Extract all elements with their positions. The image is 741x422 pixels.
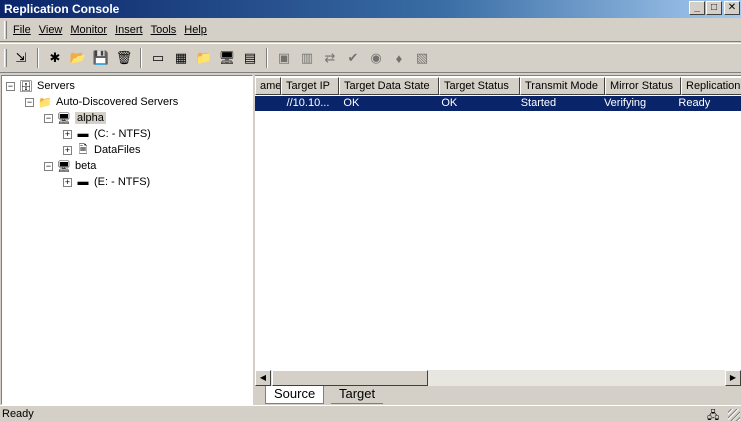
- scroll-thumb[interactable]: [272, 370, 428, 386]
- tree-node-label: beta: [75, 160, 97, 172]
- tree-node[interactable]: − 🖥 beta: [44, 158, 96, 174]
- horizontal-scrollbar[interactable]: ◀ ▶: [255, 370, 741, 386]
- connect-icon[interactable]: ⇲: [11, 48, 31, 68]
- tree-node[interactable]: − 📁 Auto-Discovered Servers: [25, 94, 178, 110]
- column-header[interactable]: Transmit Mode: [520, 77, 605, 95]
- tree-node-label: Auto-Discovered Servers: [56, 96, 179, 108]
- close-button[interactable]: ✕: [724, 1, 740, 15]
- toolbar-grip: [4, 49, 7, 67]
- verify-icon[interactable]: ✔: [343, 48, 363, 68]
- menu-insert[interactable]: Insert: [113, 24, 149, 36]
- tab-target[interactable]: Target: [331, 386, 384, 404]
- column-header[interactable]: Target Data State: [339, 77, 439, 95]
- network-status-icon: 🖧: [707, 410, 720, 422]
- title-bar: Replication Console _ □ ✕: [0, 0, 741, 18]
- server-icon[interactable]: 🖥: [217, 48, 237, 68]
- table-cell: Verifying: [603, 97, 647, 109]
- status-text: Ready: [2, 408, 34, 420]
- tree-node-label: Servers: [37, 80, 75, 92]
- scroll-right-button[interactable]: ▶: [725, 370, 741, 386]
- table-cell: OK: [441, 97, 458, 109]
- view-tabs: Source Target: [255, 386, 741, 404]
- menu-file[interactable]: File: [11, 24, 37, 36]
- save-icon[interactable]: 💾: [91, 48, 111, 68]
- tree-node[interactable]: − 🗄 Servers: [6, 78, 75, 94]
- menu-bar: File View Monitor Insert Tools Help: [0, 18, 741, 42]
- tree-node[interactable]: + 🗎 DataFiles: [63, 142, 140, 158]
- datafile-icon: 🗎: [78, 143, 88, 156]
- toolbar-separator: [37, 48, 39, 68]
- expand-icon[interactable]: +: [63, 145, 72, 155]
- collapse-icon[interactable]: −: [25, 97, 34, 107]
- collapse-icon[interactable]: −: [6, 81, 15, 91]
- folder-icon: 📁: [38, 96, 52, 109]
- properties-icon[interactable]: ▦: [171, 48, 191, 68]
- column-header[interactable]: Mirror Status: [605, 77, 681, 95]
- resize-grip[interactable]: [728, 409, 740, 421]
- tree-node-label: (E: - NTFS): [94, 176, 151, 188]
- maximize-button[interactable]: □: [706, 1, 722, 15]
- table-cell: Ready: [678, 97, 711, 109]
- minimize-button[interactable]: _: [689, 1, 705, 15]
- connection-list[interactable]: ame Target IP Target Data State Target Stat…: [255, 75, 741, 385]
- menu-help[interactable]: Help: [182, 24, 213, 36]
- toolbar-separator: [266, 48, 268, 68]
- group-icon[interactable]: 📁: [194, 48, 214, 68]
- drive-icon: ▬: [77, 128, 89, 140]
- start-icon[interactable]: ▣: [274, 48, 294, 68]
- column-header[interactable]: Target IP: [281, 77, 339, 95]
- tree-node-label: alpha: [75, 112, 106, 124]
- tree-node[interactable]: − 🖥 alpha: [44, 110, 106, 126]
- mirror-icon[interactable]: ⇄: [320, 48, 340, 68]
- delete-icon[interactable]: 🗑: [114, 48, 134, 68]
- tab-source[interactable]: Source: [265, 386, 325, 404]
- servers-icon: 🗄: [19, 80, 33, 93]
- restore-icon[interactable]: ◉: [366, 48, 386, 68]
- table-cell: [255, 96, 281, 111]
- collapse-icon[interactable]: −: [44, 161, 53, 171]
- expand-icon[interactable]: +: [63, 129, 72, 139]
- tree-node-label: (C: - NTFS): [94, 128, 151, 140]
- toolbar-separator: [140, 48, 142, 68]
- table-cell: Started: [520, 97, 557, 109]
- column-header[interactable]: ame: [255, 77, 281, 95]
- table-cell: OK: [343, 97, 360, 109]
- menu-grip: [4, 20, 7, 39]
- drive-icon: ▬: [77, 176, 89, 188]
- toolbar: ⇲ ✱ 📂 💾 🗑 ▭ ▦ 📁 🖥 ▤ ▣ ▥ ⇄ ✔ ◉ ♦ ▧: [0, 43, 741, 73]
- server-tree[interactable]: − 🗄 Servers − 📁 Auto-Discovered Servers − 🖥 alph…: [1, 75, 253, 405]
- pause-icon[interactable]: ♦: [389, 48, 409, 68]
- new-icon[interactable]: ✱: [45, 48, 65, 68]
- server-node-icon: 🖥: [57, 112, 71, 125]
- table-cell: //10.10...: [286, 97, 330, 109]
- window-icon[interactable]: ▭: [148, 48, 168, 68]
- stop-icon[interactable]: ▥: [297, 48, 317, 68]
- table-row[interactable]: //10.10... OK OK Started Verifying Ready: [255, 96, 741, 111]
- menu-view[interactable]: View: [37, 24, 69, 36]
- status-bar: Ready 🖧: [0, 405, 741, 422]
- log-icon[interactable]: ▤: [240, 48, 260, 68]
- open-icon[interactable]: 📂: [68, 48, 88, 68]
- window-title: Replication Console: [4, 2, 120, 16]
- server-node-icon: 🖥: [57, 160, 71, 173]
- tree-node[interactable]: + ▬ (C: - NTFS): [63, 126, 151, 142]
- column-header[interactable]: Replication: [681, 77, 741, 95]
- tree-node[interactable]: + ▬ (E: - NTFS): [63, 174, 150, 190]
- menu-tools[interactable]: Tools: [149, 24, 183, 36]
- expand-icon[interactable]: +: [63, 177, 72, 187]
- tree-node-label: DataFiles: [94, 144, 141, 156]
- report-icon[interactable]: ▧: [412, 48, 432, 68]
- column-headers: ame Target IP Target Data State Target Stat…: [255, 77, 741, 95]
- scroll-left-button[interactable]: ◀: [255, 370, 271, 386]
- collapse-icon[interactable]: −: [44, 113, 53, 123]
- menu-monitor[interactable]: Monitor: [68, 24, 113, 36]
- column-header[interactable]: Target Status: [439, 77, 520, 95]
